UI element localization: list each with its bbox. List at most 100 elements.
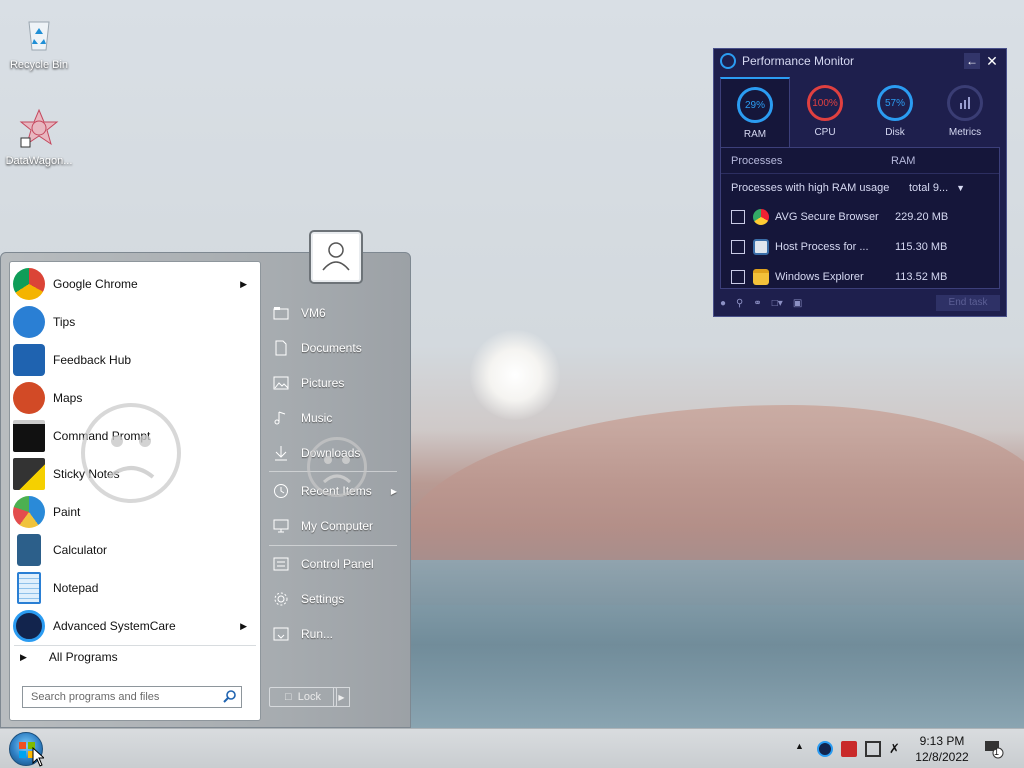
- tab-disk[interactable]: 57% Disk: [860, 77, 930, 147]
- desktop-icon-datawagon[interactable]: DataWagon...: [2, 108, 76, 167]
- right-item-run[interactable]: Run...: [269, 620, 399, 648]
- process-table-header: Processes RAM: [721, 148, 999, 174]
- taskbar-clock[interactable]: 9:13 PM 12/8/2022: [912, 733, 972, 765]
- right-item-label: Settings: [301, 592, 345, 606]
- perf-title: Performance Monitor: [742, 54, 855, 68]
- tips-lightbulb-icon: [13, 306, 45, 338]
- bar-chart-icon: [960, 97, 970, 109]
- right-item-documents[interactable]: Documents: [269, 334, 399, 362]
- metrics-gauge: [947, 85, 983, 121]
- group-label: Processes with high RAM usage: [731, 182, 890, 194]
- network-icon[interactable]: [865, 741, 881, 757]
- program-google-chrome[interactable]: Google Chrome ▶: [13, 266, 257, 302]
- search-icon[interactable]: ⚲: [736, 298, 743, 309]
- process-group-header[interactable]: Processes with high RAM usage total 9...…: [721, 174, 999, 202]
- program-label: Advanced SystemCare: [53, 619, 176, 633]
- notification-count-badge: 1: [994, 747, 1000, 757]
- recycle-bin-icon: [28, 21, 50, 51]
- calculator-icon: [17, 534, 41, 566]
- program-feedback-hub[interactable]: Feedback Hub: [13, 342, 257, 378]
- row-checkbox[interactable]: [731, 210, 745, 224]
- performance-monitor-window[interactable]: Performance Monitor ← ✕ 29% RAM 100% CPU…: [713, 48, 1007, 317]
- tab-ram[interactable]: 29% RAM: [720, 77, 790, 147]
- program-label: Google Chrome: [53, 277, 138, 291]
- start-menu: Google Chrome ▶ Tips Feedback Hub Maps C…: [0, 252, 411, 728]
- action-center-icon[interactable]: 1: [984, 739, 1004, 759]
- perf-title-bar[interactable]: Performance Monitor ← ✕: [714, 49, 1006, 73]
- row-checkbox[interactable]: [731, 270, 745, 284]
- tab-metrics[interactable]: Metrics: [930, 77, 1000, 147]
- wallpaper-water: [400, 560, 1024, 730]
- perf-footer: ● ⚲ ⚭ □▾ ▣ End task: [720, 294, 1000, 312]
- lock-label: Lock: [297, 691, 321, 703]
- speed-icon[interactable]: ⚭: [753, 298, 761, 309]
- speaker-muted-icon[interactable]: ✗: [889, 741, 905, 757]
- column-ram[interactable]: RAM: [881, 155, 915, 167]
- taskbar: ▲ ✗ 9:13 PM 12/8/2022 1: [0, 728, 1024, 768]
- music-note-icon: [274, 411, 286, 425]
- program-label: Paint: [53, 505, 81, 519]
- computer-icon: [273, 519, 289, 533]
- tab-cpu[interactable]: 100% CPU: [790, 77, 860, 147]
- desktop-icon-recycle-bin[interactable]: Recycle Bin: [2, 12, 76, 71]
- maps-pin-icon: [13, 382, 45, 414]
- user-icon: [322, 242, 350, 271]
- program-calculator[interactable]: Calculator: [13, 532, 257, 568]
- search-input[interactable]: Search programs and files: [22, 686, 242, 708]
- disk-gauge-value: 57%: [884, 97, 905, 109]
- lock-button[interactable]: □ Lock: [269, 687, 337, 707]
- ram-gauge: 29%: [737, 87, 773, 123]
- cpu-gauge: 100%: [807, 85, 843, 121]
- row-checkbox[interactable]: [731, 240, 745, 254]
- program-advanced-systemcare[interactable]: Advanced SystemCare ▶: [13, 608, 257, 644]
- right-item-music[interactable]: Music: [269, 404, 399, 432]
- program-notepad[interactable]: Notepad: [13, 570, 257, 606]
- clock-time: 9:13 PM: [919, 734, 965, 748]
- table-row[interactable]: Host Process for ... 115.30 MB: [721, 232, 999, 262]
- right-item-label: Music: [301, 411, 333, 425]
- advanced-systemcare-tray-icon[interactable]: [817, 741, 833, 757]
- show-hidden-icons-chevron-icon[interactable]: ▲: [795, 741, 811, 757]
- table-row[interactable]: Windows Explorer 113.52 MB: [721, 262, 999, 292]
- mouse-cursor-icon: [32, 747, 44, 767]
- clock-icon: [274, 484, 288, 498]
- submenu-arrow-icon: ▶: [240, 620, 247, 631]
- process-ram: 113.52 MB: [895, 271, 948, 283]
- run-icon: [273, 627, 289, 641]
- screenshot-icon[interactable]: □▾: [772, 298, 783, 309]
- perf-tabs: 29% RAM 100% CPU 57% Disk Metrics: [720, 77, 1000, 147]
- close-icon[interactable]: ✕: [984, 53, 1000, 69]
- end-task-button[interactable]: End task: [936, 295, 1000, 311]
- program-tips[interactable]: Tips: [13, 304, 257, 340]
- record-icon[interactable]: ▣: [793, 298, 802, 309]
- ram-gauge-value: 29%: [744, 99, 765, 111]
- sad-face-overlay-icon: [307, 437, 367, 497]
- group-total: total 9...: [909, 182, 949, 194]
- desktop-icon-label: Recycle Bin: [9, 59, 69, 71]
- recorder-tray-icon[interactable]: [841, 741, 857, 757]
- separator: [14, 645, 256, 646]
- avg-browser-icon: [753, 209, 769, 225]
- desktop-icon-label: DataWagon...: [5, 155, 73, 167]
- column-processes[interactable]: Processes: [721, 155, 881, 167]
- advanced-systemcare-logo-icon: [720, 53, 736, 69]
- submenu-arrow-icon: ▶: [240, 278, 247, 289]
- right-item-vm6[interactable]: VM6: [269, 299, 399, 327]
- all-programs-item[interactable]: ▶ All Programs: [20, 650, 118, 664]
- process-table[interactable]: Processes RAM Processes with high RAM us…: [720, 147, 1000, 289]
- right-item-pictures[interactable]: Pictures: [269, 369, 399, 397]
- separator: [269, 545, 397, 546]
- program-label: Tips: [53, 315, 76, 329]
- table-row[interactable]: AVG Secure Browser 229.20 MB: [721, 202, 999, 232]
- right-item-my-computer[interactable]: My Computer: [269, 512, 399, 540]
- program-label: Notepad: [53, 581, 99, 595]
- back-arrow-icon[interactable]: ←: [964, 53, 980, 69]
- pin-icon[interactable]: ●: [720, 298, 726, 309]
- user-avatar[interactable]: [309, 230, 363, 284]
- chevron-down-icon[interactable]: ▼: [956, 183, 965, 193]
- right-item-control-panel[interactable]: Control Panel: [269, 550, 399, 578]
- search-icon[interactable]: [223, 689, 237, 703]
- right-item-settings[interactable]: Settings: [269, 585, 399, 613]
- power-options-arrow-button[interactable]: ▶: [333, 687, 350, 707]
- download-arrow-icon: [275, 446, 287, 461]
